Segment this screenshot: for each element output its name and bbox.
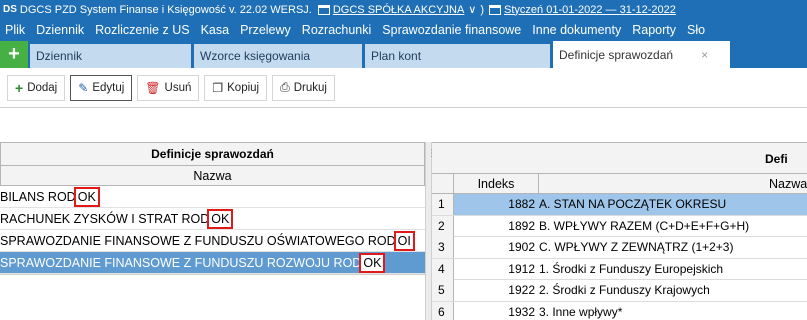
menu-slowniki[interactable]: Sło <box>687 23 705 37</box>
add-tab-button[interactable]: + <box>0 41 28 68</box>
row-name: C. WPŁYWY Z ZEWNĄTRZ (1+2+3) <box>539 240 734 254</box>
trash-icon: 🗑 <box>145 80 161 95</box>
definitions-grid-title: Definicje sprawozdań <box>0 142 425 166</box>
chevron-down-icon[interactable]: ∨ <box>468 3 476 16</box>
definitions-rows: BILANS ROD OK RACHUNEK ZYSKÓW I STRAT ROD… <box>0 186 425 274</box>
title-bar: DS DGCS PZD System Finanse i Księgowość … <box>0 0 807 19</box>
definition-lines-grid: Defi Indeks Nazwa 1 1882 A. STAN NA POCZ… <box>432 142 807 320</box>
ok-highlight: OK <box>73 187 100 207</box>
menu-rozliczenie-z-us[interactable]: Rozliczenie z US <box>95 23 189 37</box>
menu-bar: Plik Dziennik Rozliczenie z US Kasa Prze… <box>0 19 807 41</box>
menu-kasa[interactable]: Kasa <box>201 23 230 37</box>
row-number-header <box>432 174 454 194</box>
copy-icon: ❐ <box>212 80 224 95</box>
table-row[interactable]: BILANS ROD OK <box>0 186 425 208</box>
table-row-selected[interactable]: 1 1882 A. STAN NA POCZĄTEK OKRESU <box>432 194 807 216</box>
menu-dziennik[interactable]: Dziennik <box>36 23 84 37</box>
print-button-label: Drukuj <box>293 81 327 94</box>
app-logo: DS <box>3 4 17 15</box>
definition-lines-title: Defi <box>432 142 807 174</box>
ok-highlight: OK <box>207 209 234 229</box>
plus-icon: + <box>15 79 24 96</box>
delete-button-label: Usuń <box>164 81 192 94</box>
print-button[interactable]: ⎙ Drukuj <box>272 74 335 101</box>
tab-wzorce-ksiegowania[interactable]: Wzorce księgowania <box>194 44 363 68</box>
menu-inne-dokumenty[interactable]: Inne dokumenty <box>532 23 621 37</box>
row-name: RACHUNEK ZYSKÓW I STRAT ROD <box>0 212 210 226</box>
row-number: 5 <box>432 280 454 301</box>
edit-button[interactable]: ✎ Edytuj <box>70 74 133 101</box>
menu-rozrachunki[interactable]: Rozrachunki <box>302 23 371 37</box>
add-button[interactable]: + Dodaj <box>7 74 66 101</box>
ok-highlight: OK <box>359 253 386 273</box>
tab-dziennik[interactable]: Dziennik <box>30 44 192 68</box>
row-index: 1892 <box>508 218 535 233</box>
period-link[interactable]: Styczeń 01-01-2022 — 31-12-2022 <box>504 4 676 16</box>
copy-button[interactable]: ❐ Kopiuj <box>204 74 268 101</box>
table-row-selected[interactable]: SPRAWOZDANIE FINANSOWE Z FUNDUSZU ROZWOJ… <box>0 252 425 274</box>
paren-glyph: ) <box>480 3 485 16</box>
definitions-grid: Definicje sprawozdań Nazwa BILANS ROD OK … <box>0 142 425 320</box>
tab-label: Dziennik <box>36 49 83 63</box>
row-number: 1 <box>432 194 454 215</box>
toolbar: + Dodaj ✎ Edytuj 🗑 Usuń ❐ Kopiuj ⎙ Druku… <box>0 68 807 108</box>
printer-icon: ⎙ <box>280 80 290 94</box>
edit-button-label: Edytuj <box>92 81 125 94</box>
close-icon[interactable]: × <box>701 48 708 62</box>
tab-definicje-sprawozdan[interactable]: Definicje sprawozdań × <box>553 41 731 68</box>
row-number: 6 <box>432 301 454 320</box>
delete-button[interactable]: 🗑 Usuń <box>137 74 200 101</box>
grid-empty-area <box>0 274 425 320</box>
table-row[interactable]: 6 1932 3. Inne wpływy* <box>432 301 807 320</box>
definition-lines-rows: 1 1882 A. STAN NA POCZĄTEK OKRESU 2 1892… <box>432 194 807 320</box>
row-index: 1912 <box>508 261 535 276</box>
table-row[interactable]: RACHUNEK ZYSKÓW I STRAT ROD OK <box>0 208 425 230</box>
company-icon <box>317 4 330 15</box>
menu-przelewy[interactable]: Przelewy <box>240 23 291 37</box>
ok-highlight: OI <box>393 231 415 251</box>
table-row[interactable]: 3 1902 C. WPŁYWY Z ZEWNĄTRZ (1+2+3) <box>432 237 807 259</box>
panel-splitter[interactable]: ⋮ <box>425 142 436 320</box>
definition-lines-columns: Indeks Nazwa <box>432 174 807 194</box>
app-title: DGCS PZD System Finanse i Księgowość v. … <box>19 3 268 16</box>
row-number: 3 <box>432 237 454 258</box>
column-header-indeks[interactable]: Indeks <box>454 174 539 194</box>
row-index: 1922 <box>508 283 535 297</box>
row-name: 1. Środki z Funduszy Europejskich <box>539 261 724 276</box>
version-label: WERSJ. <box>270 3 312 16</box>
table-row[interactable]: 5 1922 2. Środki z Funduszy Krajowych <box>432 280 807 302</box>
tab-label: Definicje sprawozdań <box>559 47 674 62</box>
menu-sprawozdanie-finansowe[interactable]: Sprawozdanie finansowe <box>382 23 521 37</box>
copy-button-label: Kopiuj <box>227 81 260 94</box>
definition-lines-title-text: Defi <box>765 152 788 166</box>
row-name: B. WPŁYWY RAZEM (C+D+E+F+G+H) <box>539 218 750 233</box>
table-row[interactable]: SPRAWOZDANIE FINANSOWE Z FUNDUSZU OŚWIAT… <box>0 230 425 252</box>
calendar-icon <box>489 4 502 15</box>
row-name: SPRAWOZDANIE FINANSOWE Z FUNDUSZU ROZWOJ… <box>0 256 362 270</box>
tab-bar: + Dziennik Wzorce księgowania Plan kont … <box>0 41 807 68</box>
tab-label: Wzorce księgowania <box>200 49 311 63</box>
row-index: 1902 <box>508 240 535 254</box>
tab-plan-kont[interactable]: Plan kont <box>365 44 551 68</box>
menu-raporty[interactable]: Raporty <box>632 23 676 37</box>
row-number: 4 <box>432 258 454 280</box>
table-row[interactable]: 2 1892 B. WPŁYWY RAZEM (C+D+E+F+G+H) <box>432 215 807 237</box>
row-name: 3. Inne wpływy* <box>539 304 623 319</box>
row-name: A. STAN NA POCZĄTEK OKRESU <box>539 194 807 215</box>
row-name: 2. Środki z Funduszy Krajowych <box>539 283 710 297</box>
column-header-nazwa[interactable]: Nazwa <box>769 174 807 194</box>
menu-plik[interactable]: Plik <box>5 23 25 37</box>
row-name: BILANS ROD <box>0 190 76 204</box>
row-name: SPRAWOZDANIE FINANSOWE Z FUNDUSZU OŚWIAT… <box>0 234 396 248</box>
tab-label: Plan kont <box>371 49 422 63</box>
table-row[interactable]: 4 1912 1. Środki z Funduszy Europejskich <box>432 258 807 280</box>
edit-icon: ✎ <box>78 80 89 95</box>
row-index: 1932 <box>508 304 535 319</box>
company-link[interactable]: DGCS SPÓŁKA AKCYJNA <box>333 4 464 16</box>
row-number: 2 <box>432 215 454 237</box>
add-button-label: Dodaj <box>27 81 58 94</box>
row-index: 1882 <box>454 194 539 215</box>
column-header-nazwa[interactable]: Nazwa <box>0 166 425 186</box>
